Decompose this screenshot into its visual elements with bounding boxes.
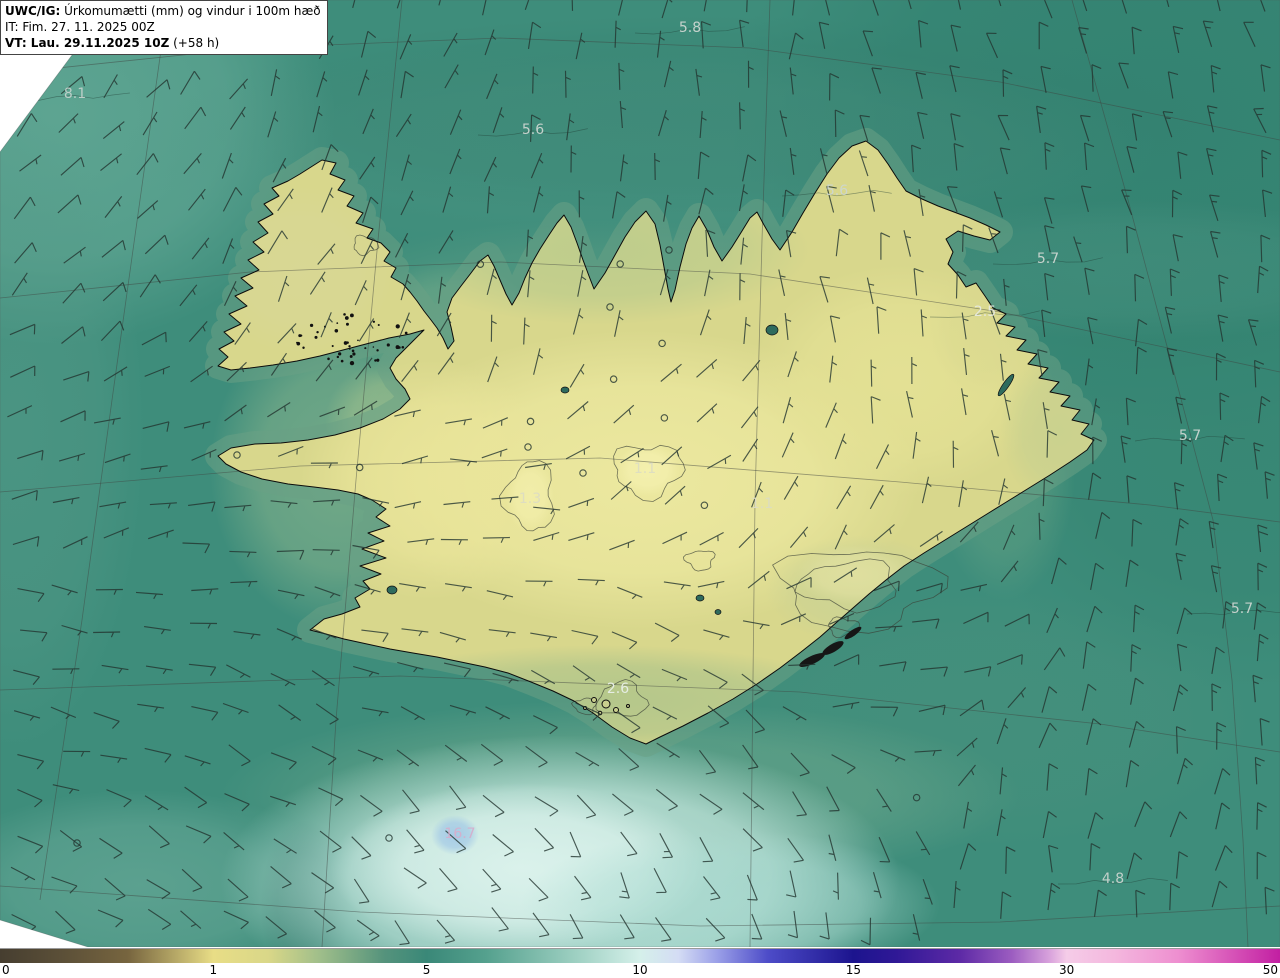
title-line-init-time: IT: Fim. 27. 11. 2025 00Z bbox=[5, 20, 155, 34]
island bbox=[591, 697, 597, 703]
islet bbox=[314, 335, 318, 339]
contour-label: 1.3 bbox=[519, 491, 541, 507]
colorbar-gradient bbox=[0, 948, 1280, 964]
lake bbox=[765, 324, 779, 336]
islet bbox=[300, 334, 303, 337]
islet bbox=[401, 345, 405, 349]
contour-label: 8.1 bbox=[64, 86, 86, 102]
islet bbox=[296, 341, 301, 346]
colorbar-tick: 5 bbox=[422, 963, 431, 977]
islet bbox=[340, 359, 344, 363]
islet bbox=[349, 355, 353, 358]
islet bbox=[364, 347, 367, 350]
weather-map-page: 8.1 5.8 5.6 5.6 5.7 2.5 5.7 5.7 1.3 1.1 1.1 2.6 16.7… bbox=[0, 0, 1280, 978]
valid-time: VT: Lau. 29.11.2025 10Z bbox=[5, 36, 170, 50]
colorbar-tick: 50 bbox=[1262, 963, 1278, 977]
map-canvas: 8.1 5.8 5.6 5.6 5.7 2.5 5.7 5.7 1.3 1.1 1.1 2.6 16.7… bbox=[0, 0, 1280, 948]
islet bbox=[327, 357, 330, 361]
contour-label: 5.7 bbox=[1231, 601, 1253, 617]
islet bbox=[343, 313, 346, 316]
lake bbox=[695, 594, 705, 602]
product-name: Úrkomumætti (mm) og vindur i 100m hæð bbox=[60, 4, 321, 18]
islet bbox=[346, 341, 349, 344]
islet bbox=[336, 355, 340, 359]
islet bbox=[395, 324, 400, 329]
colorbar-tick: 0 bbox=[2, 963, 10, 977]
islet bbox=[376, 358, 380, 362]
colorbar-tick: 30 bbox=[1058, 963, 1075, 977]
lake bbox=[560, 386, 570, 394]
colorbar-tick: 15 bbox=[845, 963, 862, 977]
islet bbox=[316, 330, 319, 334]
title-line-product: UWC/IG: Úrkomumætti (mm) og vindur i 100… bbox=[5, 3, 321, 19]
colorbar-tick-labels: 0 1 5 10 15 30 50 bbox=[0, 963, 1280, 977]
islet bbox=[348, 345, 351, 348]
islet bbox=[374, 359, 377, 362]
contour-label: 4.8 bbox=[1102, 871, 1124, 887]
precipitation-colorbar: 0 1 5 10 15 30 50 bbox=[0, 947, 1280, 978]
contour-label: 1.1 bbox=[634, 461, 656, 477]
contour-label: 5.6 bbox=[522, 122, 544, 138]
title-line-valid-time: VT: Lau. 29.11.2025 10Z (+58 h) bbox=[5, 35, 321, 51]
lead-time: (+58 h) bbox=[169, 36, 220, 50]
islet bbox=[357, 339, 359, 342]
islet bbox=[398, 346, 401, 349]
lake bbox=[386, 585, 398, 595]
contour-label: 1.1 bbox=[751, 496, 773, 512]
contour-label: 2.6 bbox=[607, 681, 629, 697]
islet bbox=[344, 316, 349, 320]
island bbox=[601, 699, 611, 709]
islet bbox=[334, 329, 339, 333]
islet bbox=[351, 349, 355, 353]
colorbar-tick: 10 bbox=[632, 963, 648, 977]
islet bbox=[349, 361, 355, 366]
islet bbox=[372, 346, 375, 348]
islet bbox=[377, 323, 380, 327]
islet bbox=[386, 343, 390, 347]
contour-label: 5.8 bbox=[679, 20, 701, 36]
map-field: 8.1 5.8 5.6 5.6 5.7 2.5 5.7 5.7 1.3 1.1 1.1 2.6 16.7… bbox=[0, 0, 1280, 947]
title-box: UWC/IG: Úrkomumætti (mm) og vindur i 100… bbox=[0, 0, 328, 55]
contour-label: 16.7 bbox=[444, 826, 475, 842]
contour-label: 2.5 bbox=[974, 304, 996, 320]
island bbox=[626, 704, 630, 708]
islet bbox=[404, 331, 408, 335]
colorbar-tick: 1 bbox=[209, 963, 218, 977]
islet bbox=[309, 323, 314, 328]
contour-label: 5.7 bbox=[1179, 428, 1201, 444]
islet bbox=[372, 320, 376, 323]
islet bbox=[349, 313, 354, 318]
islet bbox=[348, 348, 351, 350]
islet bbox=[336, 322, 339, 325]
contour-label: 5.6 bbox=[826, 183, 848, 199]
lake bbox=[714, 609, 722, 615]
islet bbox=[345, 322, 349, 326]
islet bbox=[331, 344, 334, 348]
contour-label: 5.7 bbox=[1037, 251, 1059, 267]
islet bbox=[376, 349, 379, 352]
islet bbox=[302, 346, 305, 349]
islet bbox=[352, 352, 356, 356]
islet bbox=[338, 352, 342, 356]
island bbox=[613, 707, 619, 713]
model-id: UWC/IG: bbox=[5, 4, 61, 18]
